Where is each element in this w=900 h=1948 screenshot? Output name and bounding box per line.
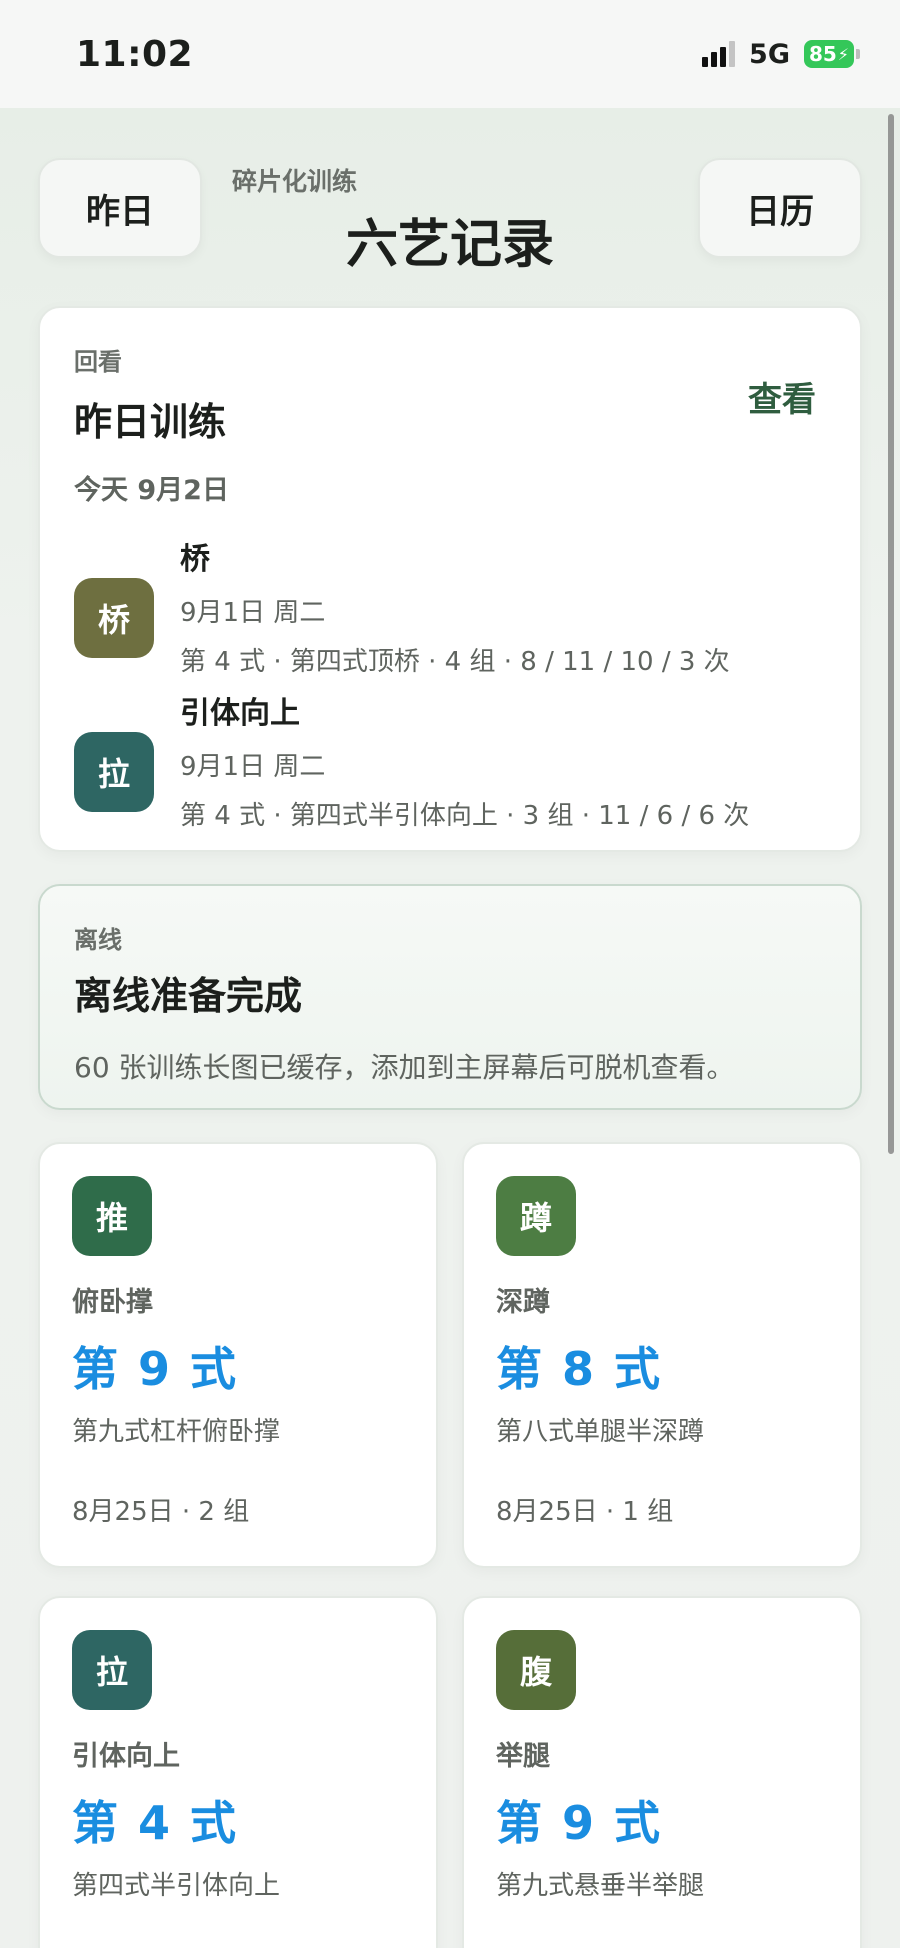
exercise-tile-push[interactable]: 推 俯卧撑 第 9 式 第九式杠杆俯卧撑 8月25日 · 2 组 (38, 1142, 438, 1568)
bridge-badge-icon: 桥 (74, 578, 154, 658)
charging-bolt-icon: ⚡ (837, 44, 850, 64)
entry-name: 引体向上 (180, 696, 300, 731)
tile-description: 第八式单腿半深蹲 (496, 1417, 705, 1447)
calendar-button[interactable]: 日历 (698, 158, 862, 258)
tile-meta: 8月25日 · 1 组 (496, 1497, 674, 1527)
battery-icon: 85 ⚡ (804, 40, 860, 68)
squat-badge-icon: 蹲 (496, 1176, 576, 1256)
pull-badge-icon: 拉 (72, 1630, 152, 1710)
today-date: 今天 9月2日 (74, 475, 229, 506)
scrollbar[interactable] (888, 114, 894, 1154)
app-content[interactable]: 昨日 碎片化训练 六艺记录 日历 回看 昨日训练 今天 9月2日 查看 桥 桥 … (0, 108, 900, 1948)
tile-description: 第九式杠杆俯卧撑 (72, 1417, 281, 1447)
abs-badge-icon: 腹 (496, 1630, 576, 1710)
entry-date: 9月1日 周二 (180, 752, 326, 782)
page-header: 昨日 碎片化训练 六艺记录 日历 (38, 158, 862, 275)
tile-level: 第 9 式 (72, 1342, 239, 1396)
battery-level: 85 (808, 42, 837, 66)
review-entry: 拉 引体向上 9月1日 周二 第 4 式 · 第四式半引体向上 · 3 组 · … (74, 688, 826, 831)
tile-description: 第九式悬垂半举腿 (496, 1871, 705, 1901)
entry-detail: 第 4 式 · 第四式顶桥 · 4 组 · 8 / 11 / 10 / 3 次 (180, 647, 730, 677)
entry-name: 桥 (180, 542, 210, 577)
tile-name: 举腿 (496, 1741, 550, 1772)
offline-description: 60 张训练长图已缓存，添加到主屏幕后可脱机查看。 (74, 1051, 735, 1084)
status-indicators: 5G 85 ⚡ (702, 39, 860, 70)
status-bar: 11:02 5G 85 ⚡ (0, 0, 900, 108)
tile-name: 深蹲 (496, 1287, 550, 1318)
push-badge-icon: 推 (72, 1176, 152, 1256)
review-card: 回看 昨日训练 今天 9月2日 查看 桥 桥 9月1日 周二 第 4 式 · 第… (38, 306, 862, 852)
entry-detail: 第 4 式 · 第四式半引体向上 · 3 组 · 11 / 6 / 6 次 (180, 801, 750, 831)
tile-name: 俯卧撑 (72, 1287, 153, 1318)
review-title: 昨日训练 (74, 400, 227, 444)
review-entry: 桥 桥 9月1日 周二 第 4 式 · 第四式顶桥 · 4 组 · 8 / 11… (74, 534, 826, 677)
review-kicker: 回看 (74, 348, 122, 376)
tile-level: 第 9 式 (496, 1796, 663, 1850)
view-button[interactable]: 查看 (748, 372, 816, 421)
status-time: 11:02 (76, 33, 194, 75)
header-kicker: 碎片化训练 (232, 167, 358, 196)
tile-level: 第 8 式 (496, 1342, 663, 1396)
exercise-tile-pull[interactable]: 拉 引体向上 第 4 式 第四式半引体向上 (38, 1596, 438, 1948)
exercise-tile-squat[interactable]: 蹲 深蹲 第 8 式 第八式单腿半深蹲 8月25日 · 1 组 (462, 1142, 862, 1568)
network-type: 5G (749, 38, 790, 70)
offline-kicker: 离线 (74, 926, 122, 954)
pull-badge-icon: 拉 (74, 732, 154, 812)
tile-description: 第四式半引体向上 (72, 1871, 281, 1901)
offline-card: 离线 离线准备完成 60 张训练长图已缓存，添加到主屏幕后可脱机查看。 (38, 884, 862, 1110)
tile-meta: 8月25日 · 2 组 (72, 1497, 250, 1527)
cellular-signal-icon (702, 41, 736, 67)
tile-name: 引体向上 (72, 1741, 180, 1772)
entry-date: 9月1日 周二 (180, 598, 326, 628)
tile-level: 第 4 式 (72, 1796, 239, 1850)
exercise-tile-abs[interactable]: 腹 举腿 第 9 式 第九式悬垂半举腿 (462, 1596, 862, 1948)
offline-title: 离线准备完成 (74, 974, 303, 1018)
